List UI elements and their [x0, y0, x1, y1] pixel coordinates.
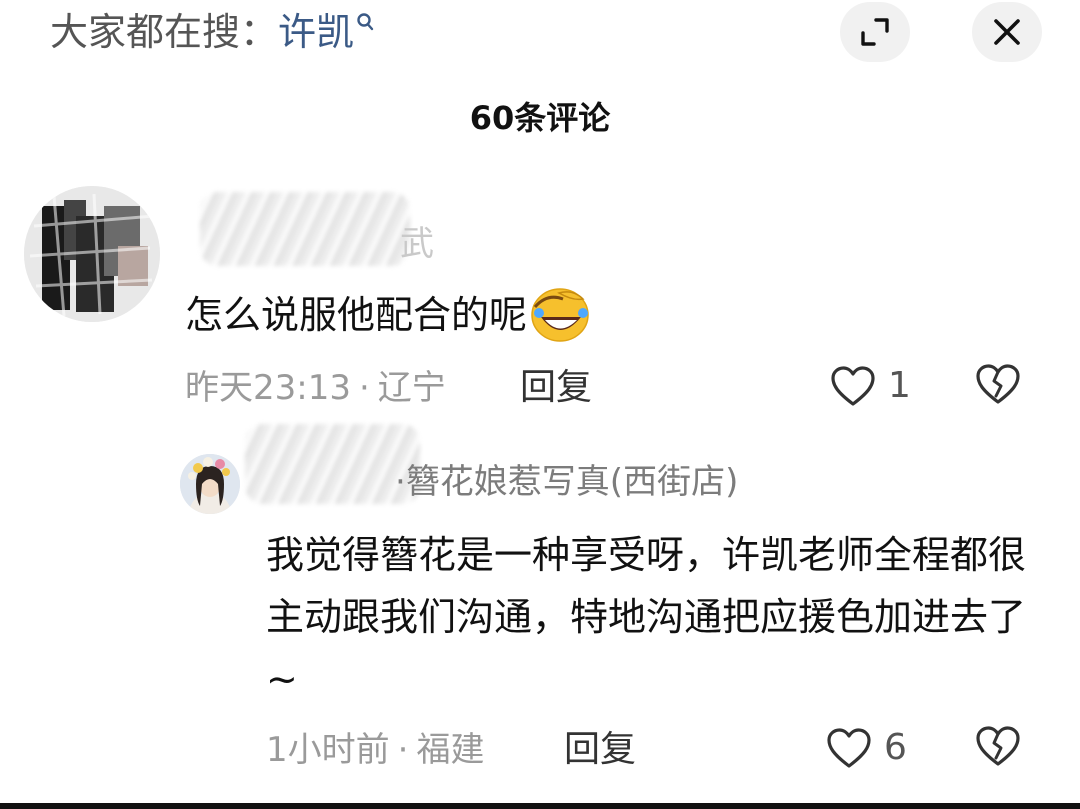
reply-time: 1小时前	[266, 730, 390, 770]
reply-username[interactable]: ·簪花娘惹写真(西街店)	[395, 458, 738, 506]
meta-dot: ·	[358, 368, 370, 408]
avatar-image	[24, 186, 160, 322]
dislike-button[interactable]	[974, 362, 1022, 410]
rolling-laughing-emoji	[531, 287, 589, 342]
comments-panel: 大家都在搜：许凯 60条评论 武 怎么说服他配合的呢 昨天23:13 · 辽宁 …	[0, 0, 1080, 809]
broken-heart-icon	[976, 364, 1020, 404]
like-button[interactable]: 1	[830, 362, 911, 410]
like-count: 1	[888, 365, 911, 406]
reply-text: 我觉得簪花是一种享受呀，许凯老师全程都很主动跟我们沟通，特地沟通把应援色加进去了…	[266, 533, 1027, 701]
like-button[interactable]: 6	[826, 724, 907, 772]
comment-location: 辽宁	[377, 368, 446, 408]
expand-button[interactable]	[840, 2, 910, 62]
broken-heart-icon	[976, 726, 1020, 766]
heart-icon	[831, 366, 875, 406]
reply-location: 福建	[416, 730, 485, 770]
comment-count-title: 60条评论	[469, 99, 611, 137]
avatar[interactable]	[24, 186, 160, 322]
reply-button[interactable]: 回复	[520, 364, 592, 412]
close-icon	[994, 19, 1020, 45]
reply-avatar[interactable]	[180, 454, 240, 514]
search-prefix: 大家都在搜：	[50, 10, 279, 54]
search-suggestion[interactable]: 大家都在搜：许凯	[50, 8, 374, 56]
username[interactable]: 武	[400, 222, 434, 266]
reply-meta: 1小时前 · 福建	[266, 726, 484, 774]
like-count: 6	[884, 727, 907, 768]
reply-avatar-image	[180, 454, 240, 514]
comment-meta: 昨天23:13 · 辽宁	[185, 364, 446, 412]
redacted-username	[200, 192, 410, 266]
search-keyword[interactable]: 许凯	[278, 10, 354, 54]
dislike-button[interactable]	[974, 724, 1022, 772]
comment-text: 怎么说服他配合的呢	[185, 284, 591, 346]
close-button[interactable]	[972, 2, 1042, 62]
meta-dot: ·	[397, 730, 409, 770]
bottom-divider	[0, 803, 1080, 809]
expand-icon	[861, 18, 889, 46]
reply-button[interactable]: 回复	[564, 726, 636, 774]
heart-icon	[827, 728, 871, 768]
comment-text-content: 怎么说服他配合的呢	[185, 293, 528, 337]
redacted-reply-username	[245, 424, 420, 504]
search-icon	[357, 13, 374, 31]
comment-time: 昨天23:13	[185, 368, 351, 408]
